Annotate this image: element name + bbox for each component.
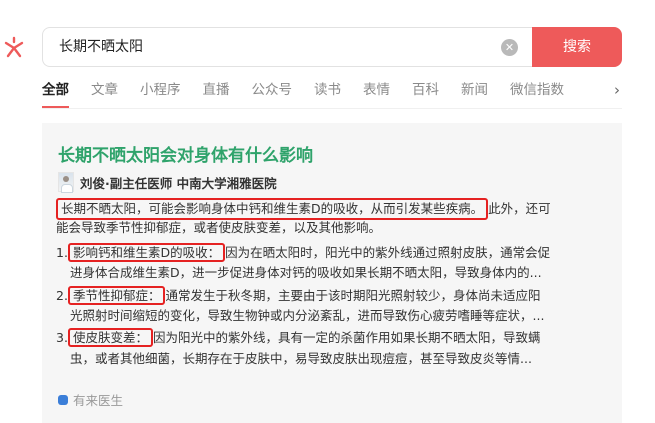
result-card: 长期不晒太阳会对身体有什么影响 刘俊·副主任医师 中南大学湘雅医院 长期不晒太阳… — [42, 123, 622, 423]
author-avatar — [58, 172, 74, 193]
clear-icon[interactable]: ✕ — [501, 39, 518, 56]
tab-official-accounts[interactable]: 公众号 — [252, 80, 293, 104]
list-item-text: 因为在晒太阳时，阳光中的紫外线通过照射皮肤，通常会促 — [225, 245, 551, 260]
search-input[interactable] — [59, 28, 479, 66]
list-item-label: 季节性抑郁症： — [67, 286, 166, 305]
wechat-search-logo-icon — [4, 36, 24, 58]
list-item: 1. 影响钙和维生素D的吸收： 因为在晒太阳时，阳光中的紫外线通过照射皮肤，通常会促 — [56, 243, 551, 262]
search-box: ✕ — [42, 27, 532, 67]
list-item-text: 因为阳光中的紫外线，具有一定的杀菌作用如果长期不晒太阳，导致螨 — [152, 330, 541, 345]
source-name: 有来医生 — [73, 393, 124, 408]
tab-news[interactable]: 新闻 — [461, 80, 488, 104]
result-title[interactable]: 长期不晒太阳会对身体有什么影响 — [58, 141, 313, 166]
tab-mini-programs[interactable]: 小程序 — [140, 80, 181, 104]
search-tabs: 全部 文章 小程序 直播 公众号 读书 表情 百科 新闻 微信指数 — [42, 80, 586, 108]
list-item: 2. 季节性抑郁症： 通常发生于秋冬期，主要由于该时期阳光照射较少，身体尚未适应阳 — [56, 286, 541, 305]
list-item-text: 进身体合成维生素D，进一步促进身体对钙的吸收如果长期不晒太阳，导致身体内的... — [70, 265, 542, 280]
list-item: 3. 使皮肤变差： 因为阳光中的紫外线，具有一定的杀菌作用如果长期不晒太阳，导致螨 — [56, 328, 541, 347]
tab-articles[interactable]: 文章 — [91, 80, 118, 104]
author-row: 刘俊·副主任医师 中南大学湘雅医院 — [58, 172, 277, 193]
list-item-continued: 虫，或者其他细菌，长期存在于皮肤中，易导致皮肤出现痘痘，甚至导致皮炎等情... — [70, 350, 532, 368]
list-item-text: 光照射时间缩短的变化，导致生物钟或内分泌紊乱，进而导致伤心疲劳嗜睡等症状，... — [70, 308, 545, 323]
tab-encyclopedia[interactable]: 百科 — [412, 80, 439, 104]
list-item-label: 影响钙和维生素D的吸收： — [67, 243, 226, 262]
summary-rest: 此外，还可 — [488, 201, 551, 216]
search-button[interactable]: 搜索 — [532, 27, 622, 67]
source-link[interactable]: 有来医生 — [58, 390, 123, 409]
list-item-number: 1. — [56, 245, 68, 260]
summary-highlight: 长期不晒太阳，可能会影响身体中钙和维生素D的吸收，从而引发某些疾病。 — [56, 198, 489, 220]
list-item-continued: 进身体合成维生素D，进一步促进身体对钙的吸收如果长期不晒太阳，导致身体内的... — [70, 264, 542, 282]
tabs-more-chevron-icon[interactable]: › — [614, 80, 628, 100]
list-item-label: 使皮肤变差： — [67, 328, 153, 347]
list-item-number: 3. — [56, 330, 68, 345]
summary-line-1: 长期不晒太阳，可能会影响身体中钙和维生素D的吸收，从而引发某些疾病。 此外，还可 — [56, 198, 551, 220]
summary-line-2-text: 能会导致季节性抑郁症，或者使皮肤变差，以及其他影响。 — [56, 220, 382, 235]
tab-stickers[interactable]: 表情 — [363, 80, 390, 104]
list-item-text: 通常发生于秋冬期，主要由于该时期阳光照射较少，身体尚未适应阳 — [165, 288, 541, 303]
tab-live[interactable]: 直播 — [203, 80, 230, 104]
author-name: 刘俊·副主任医师 中南大学湘雅医院 — [80, 175, 277, 191]
tab-books[interactable]: 读书 — [314, 80, 341, 104]
source-logo-icon — [58, 394, 68, 405]
list-item-text: 虫，或者其他细菌，长期存在于皮肤中，易导致皮肤出现痘痘，甚至导致皮炎等情... — [70, 351, 532, 366]
tabs-divider — [42, 108, 622, 109]
list-item-number: 2. — [56, 288, 68, 303]
summary-line-2: 能会导致季节性抑郁症，或者使皮肤变差，以及其他影响。 — [56, 219, 381, 237]
tab-wechat-index[interactable]: 微信指数 — [510, 80, 564, 104]
list-item-continued: 光照射时间缩短的变化，导致生物钟或内分泌紊乱，进而导致伤心疲劳嗜睡等症状，... — [70, 307, 544, 325]
tab-all[interactable]: 全部 — [42, 80, 69, 108]
